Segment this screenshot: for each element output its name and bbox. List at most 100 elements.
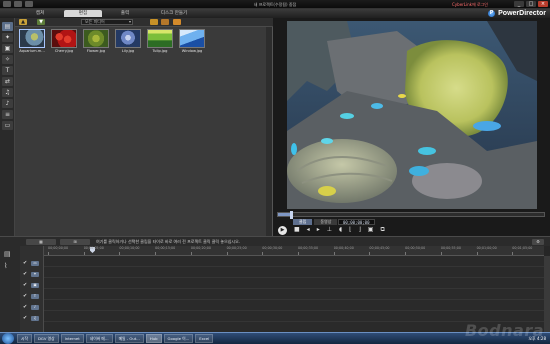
ruler-tick-mark — [333, 252, 335, 255]
previous-frame-icon[interactable]: ◂ — [307, 226, 310, 234]
taskbar-item[interactable]: Google 이... — [163, 334, 194, 343]
ruler-tick-mark — [155, 252, 157, 255]
track-enabled-checkbox[interactable]: ✔ — [23, 293, 29, 299]
maximize-button[interactable]: □ — [526, 1, 536, 7]
audio-mixing-room-icon[interactable]: ♫ — [2, 88, 13, 97]
login-link[interactable]: CyberLink에 로그인 — [452, 2, 488, 8]
track-enabled-checkbox[interactable]: ✔ — [23, 260, 29, 266]
track-enabled-checkbox[interactable]: ✔ — [23, 315, 29, 321]
media-item[interactable]: Tulip.jpg — [147, 29, 173, 53]
title-room-icon[interactable]: T — [2, 66, 13, 75]
tab-produce[interactable]: 출력 — [106, 10, 144, 17]
ruler-tick-label: 00;00;20;00 — [190, 246, 211, 250]
ruler-tick-label: 00;00;35;00 — [298, 246, 319, 250]
ruler-tick-label: 00;01;05;00 — [512, 246, 533, 250]
ruler-tick-mark — [476, 252, 478, 255]
taskbar-item[interactable]: Internet — [60, 334, 84, 343]
watermark: Bodnara — [464, 321, 544, 340]
brand: P PowerDirector — [488, 9, 546, 18]
media-room-icon[interactable]: ▤ — [2, 22, 13, 31]
tab-capture[interactable]: 캡쳐 — [22, 10, 58, 17]
ruler-tick-mark — [119, 252, 121, 255]
mark-in-icon[interactable]: ⌊ — [349, 226, 351, 234]
snapshot-icon[interactable]: ⊥ — [327, 226, 332, 234]
media-item[interactable]: Window.jpg — [179, 29, 205, 53]
particle-room-icon[interactable]: ✧ — [2, 55, 13, 64]
detail-view-icon[interactable] — [150, 19, 158, 25]
split-icon[interactable]: ⌇ — [4, 262, 7, 270]
taskbar-item[interactable]: 시작 — [17, 334, 32, 343]
video-track-icon: ▭ — [31, 260, 39, 266]
timeline-ruler[interactable]: 00;00;00;00 00;00;05;00 00;00;10;00 00;00;1… — [44, 246, 544, 256]
track-lane[interactable] — [44, 289, 544, 300]
pip-room-icon[interactable]: ▣ — [2, 44, 13, 53]
timeline-side-tools: ▤ ⌇ — [0, 246, 20, 332]
media-item[interactable]: Cherry.jpg — [51, 29, 77, 53]
preview-panel: 클립 동영상 00;00;00;00 ▶ ■ ◂ ▸ ⊥ ◖ ⌊ ⌋ ▣ ⧉ — [273, 18, 550, 236]
title-bar: 새 프로젝트(수정됨) 중점 CyberLink에 로그인 _ □ × — [0, 0, 550, 9]
preview-video — [287, 21, 537, 209]
explore-icon[interactable] — [173, 19, 181, 25]
brand-name: PowerDirector — [498, 10, 546, 17]
track-lane[interactable] — [44, 267, 544, 278]
tab-create-disc[interactable]: 디스크 만들기 — [150, 10, 198, 17]
chapter-room-icon[interactable]: ≡ — [2, 110, 13, 119]
track-lane[interactable] — [44, 256, 544, 267]
media-item-label: Tulip.jpg — [152, 49, 168, 53]
fullscreen-icon[interactable]: ▣ — [368, 226, 374, 234]
import-media-icon[interactable]: ▲ — [19, 19, 27, 25]
track-lane[interactable] — [44, 300, 544, 311]
track-enabled-checkbox[interactable]: ✔ — [23, 282, 29, 288]
subtitle-room-icon[interactable]: ▭ — [2, 121, 13, 130]
room-tab-bar: 캡쳐 편집 출력 디스크 만들기 P PowerDirector — [0, 9, 550, 18]
transition-room-icon[interactable]: ⇄ — [2, 77, 13, 86]
chevron-down-icon: ▾ — [128, 19, 131, 24]
volume-icon[interactable]: ◖ — [339, 226, 342, 234]
title-track-icon: T — [31, 293, 39, 299]
taskbar-item[interactable]: 메일 - Out... — [114, 334, 144, 343]
effect-room-icon[interactable]: ✦ — [2, 33, 13, 42]
stop-icon[interactable]: ■ — [294, 226, 300, 234]
ruler-tick-mark — [48, 252, 49, 255]
taskbar-item[interactable]: DGV 영상 — [34, 334, 59, 343]
media-item[interactable]: Flower.jpg — [83, 29, 109, 53]
window-controls: _ □ × — [514, 1, 548, 7]
media-item[interactable]: Lily.jpg — [115, 29, 141, 53]
taskbar-item[interactable]: Excel — [195, 334, 214, 343]
timeline-view-button[interactable]: ⊞ — [60, 239, 90, 245]
ruler-tick-mark — [262, 252, 264, 255]
voice-over-room-icon[interactable]: ♪ — [2, 99, 13, 108]
timeline-toolbar: ▦ ⊞ 여기를 클릭하거나 선택한 클립을 타이로 바로 여러 전 프로젝트 클… — [0, 236, 550, 246]
powerdirector-logo-icon: P — [488, 10, 496, 17]
timeline-scrollbar[interactable] — [544, 256, 550, 332]
track-lane[interactable] — [44, 278, 544, 289]
minimize-button[interactable]: _ — [514, 1, 524, 7]
preview-seek-bar[interactable] — [277, 211, 545, 219]
storyboard-icon[interactable]: ▤ — [4, 250, 11, 258]
seek-handle[interactable] — [290, 211, 294, 219]
timeline-settings-button[interactable]: ⚙ — [532, 239, 544, 245]
media-item[interactable]: Aquarium.m... — [19, 29, 45, 53]
taskbar-item[interactable]: Hub — [145, 334, 162, 343]
media-item-label: Flower.jpg — [86, 49, 106, 53]
taskbar-item[interactable]: 네이버 메... — [85, 334, 113, 343]
media-thumbnail — [147, 29, 173, 48]
tab-edit[interactable]: 편집 — [64, 10, 102, 17]
sort-icon[interactable] — [161, 19, 169, 25]
mark-out-icon[interactable]: ⌋ — [358, 226, 360, 234]
ruler-tick-label: 00;00;50;00 — [405, 246, 426, 250]
track-enabled-checkbox[interactable]: ✔ — [23, 271, 29, 277]
close-button[interactable]: × — [538, 1, 548, 7]
library-scrollbar[interactable] — [266, 27, 272, 236]
media-filter-value: 모든 미디어 — [85, 19, 105, 24]
play-button[interactable]: ▶ — [278, 225, 287, 235]
next-frame-icon[interactable]: ▸ — [317, 226, 320, 234]
track-enabled-checkbox[interactable]: ✔ — [23, 304, 29, 310]
media-filter-select[interactable]: 모든 미디어 ▾ — [81, 19, 133, 25]
undock-icon[interactable]: ⧉ — [380, 226, 384, 234]
track-header-effect: ✔ ✦ — [23, 270, 41, 278]
storyboard-view-button[interactable]: ▦ — [26, 239, 56, 245]
download-media-icon[interactable]: ▼ — [37, 19, 45, 25]
start-button[interactable] — [2, 333, 14, 344]
effect-track-icon: ✦ — [31, 271, 39, 277]
